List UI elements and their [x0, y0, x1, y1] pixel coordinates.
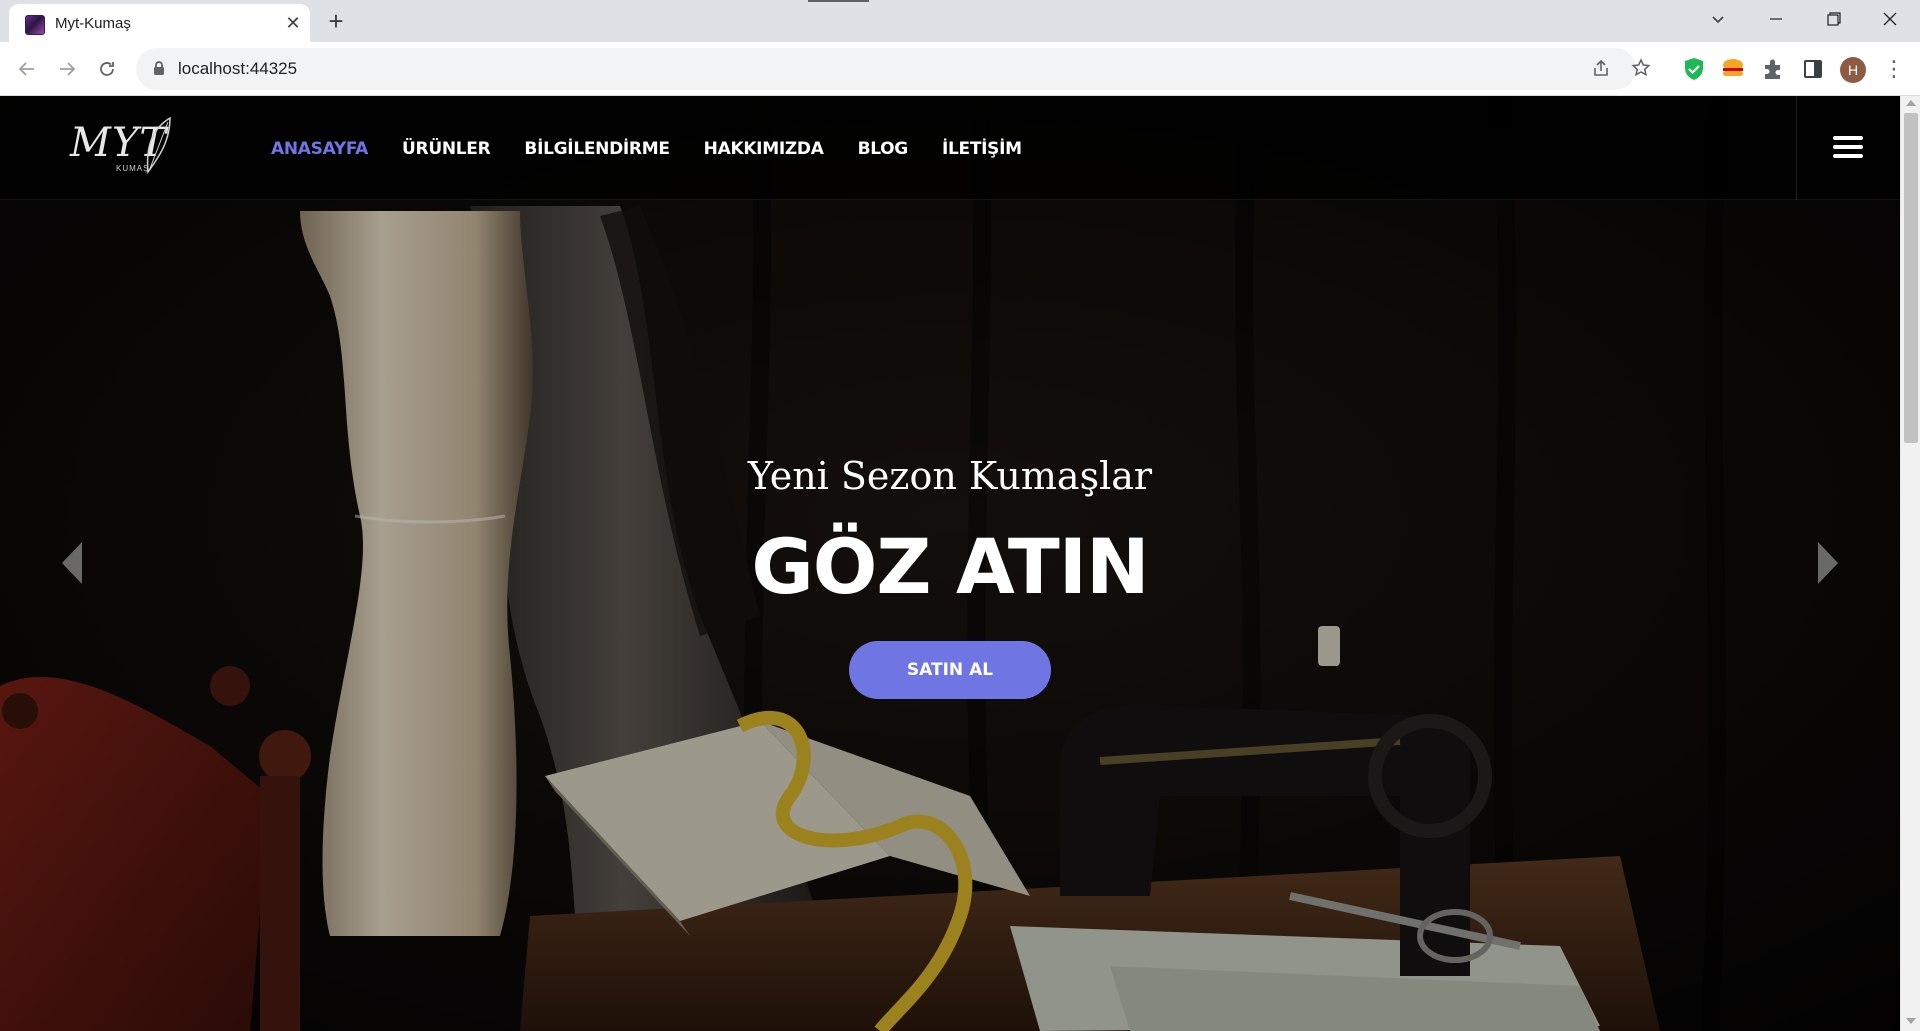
- main-navigation: ANASAYFA ÜRÜNLER BİLGİLENDİRME HAKKIMIZD…: [271, 134, 1056, 164]
- page-viewport: MYT KUMAŞ ANASAYFA ÜRÜNLER BİLGİLENDİRME…: [0, 96, 1920, 1031]
- hero-subtitle: Yeni Sezon Kumaşlar: [747, 454, 1153, 498]
- site-favicon: [25, 15, 45, 35]
- feather-icon: [146, 116, 171, 175]
- back-button[interactable]: [12, 54, 42, 84]
- hero-slider: MYT KUMAŞ ANASAYFA ÜRÜNLER BİLGİLENDİRME…: [0, 96, 1900, 1031]
- restore-icon: [1827, 12, 1841, 26]
- close-window-button[interactable]: [1862, 0, 1918, 38]
- side-panel-icon[interactable]: [1799, 55, 1827, 83]
- nav-link-bilgilendirme[interactable]: BİLGİLENDİRME: [524, 134, 670, 164]
- scroll-down-icon[interactable]: [1906, 1018, 1916, 1024]
- arrow-left-icon: [18, 62, 34, 76]
- hero-content: Yeni Sezon Kumaşlar GÖZ ATIN SATIN AL: [0, 451, 1900, 699]
- site-header: MYT KUMAŞ ANASAYFA ÜRÜNLER BİLGİLENDİRME…: [0, 96, 1900, 200]
- buy-now-button[interactable]: SATIN AL: [849, 641, 1051, 699]
- forward-button[interactable]: [52, 54, 82, 84]
- nav-link-urunler[interactable]: ÜRÜNLER: [402, 134, 491, 164]
- nav-link-hakkimizda[interactable]: HAKKIMIZDA: [704, 134, 824, 164]
- browser-tab-strip: Myt-Kumaş ✕ +: [0, 0, 1920, 42]
- reload-icon: [100, 62, 114, 76]
- nav-link-iletisim[interactable]: İLETİŞİM: [942, 134, 1022, 164]
- new-tab-button[interactable]: +: [322, 8, 350, 36]
- tab-close-icon[interactable]: ✕: [281, 11, 305, 35]
- address-bar[interactable]: localhost:44325: [136, 48, 1651, 90]
- minimize-icon: [1770, 18, 1782, 20]
- burger-extension-icon[interactable]: [1719, 55, 1747, 83]
- tab-search-indicator: [808, 0, 869, 2]
- arrow-right-icon: [60, 62, 76, 76]
- reload-button[interactable]: [92, 54, 122, 84]
- header-divider: [1796, 96, 1797, 200]
- profile-avatar[interactable]: H: [1840, 57, 1866, 83]
- restore-button[interactable]: [1806, 0, 1862, 38]
- nav-link-blog[interactable]: BLOG: [858, 134, 909, 164]
- shield-extension-icon[interactable]: [1680, 55, 1708, 83]
- chevron-down-icon: [1712, 16, 1724, 24]
- browser-tab[interactable]: Myt-Kumaş ✕: [9, 4, 310, 42]
- page-scrollbar[interactable]: [1900, 96, 1920, 1031]
- nav-link-anasayfa[interactable]: ANASAYFA: [271, 134, 368, 164]
- minimize-button[interactable]: [1748, 0, 1804, 38]
- puzzle-extensions-icon[interactable]: [1759, 55, 1787, 83]
- hamburger-menu-icon[interactable]: [1833, 136, 1863, 160]
- site-logo[interactable]: MYT KUMAŞ: [66, 116, 176, 180]
- hero-title: GÖZ ATIN: [751, 522, 1149, 611]
- bookmark-star-icon[interactable]: [1629, 58, 1653, 82]
- tab-title: Myt-Kumaş: [55, 15, 131, 32]
- browser-toolbar: localhost:44325 H ⋮: [0, 42, 1920, 96]
- lock-icon[interactable]: [152, 60, 166, 76]
- scrollbar-thumb[interactable]: [1904, 113, 1918, 443]
- tab-search-button[interactable]: [1690, 0, 1746, 38]
- url-text[interactable]: localhost:44325: [178, 59, 297, 79]
- share-icon[interactable]: [1589, 58, 1613, 82]
- browser-menu-icon[interactable]: ⋮: [1882, 55, 1906, 85]
- scroll-up-icon[interactable]: [1906, 100, 1916, 106]
- close-icon: [1883, 12, 1897, 26]
